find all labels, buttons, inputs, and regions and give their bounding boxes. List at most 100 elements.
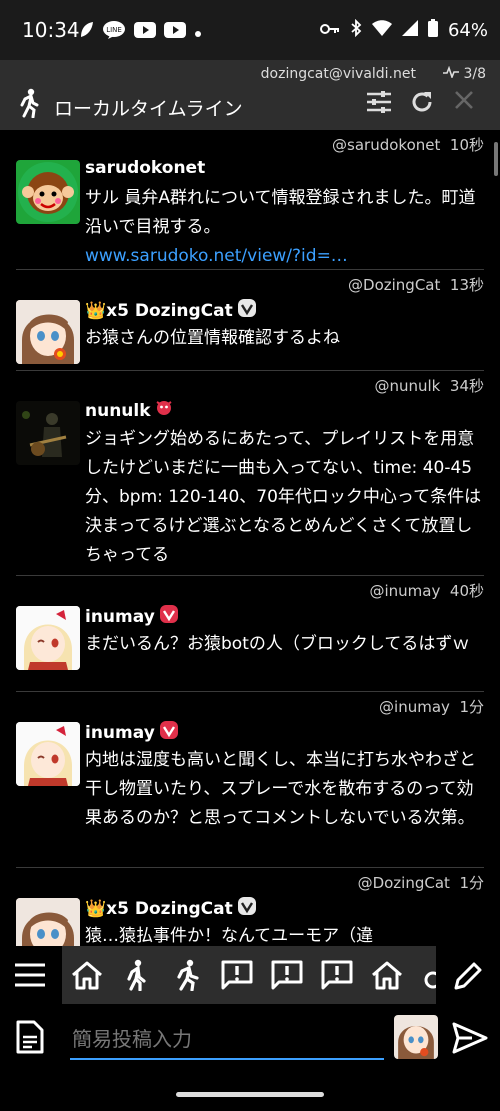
post-time: 40秒 [449,582,484,600]
quick-post-input[interactable] [70,1020,384,1060]
battery-icon [427,19,438,42]
bottom-toolbar [0,946,500,1008]
verified-icon [237,896,257,921]
post-author-name: sarudokonet [85,158,206,178]
home-icon[interactable] [362,946,412,1004]
page-title: ローカルタイムライン [54,98,243,120]
alert-icon[interactable] [312,946,362,1004]
signal-icon [401,20,418,41]
post-body: お猿さんの位置情報確認するよね [85,324,484,353]
post-handle: @sarudokonet [332,136,441,154]
post-body: まだいるん？お猿botの人（ブロックしてるはずｗ [85,630,484,659]
more-dot-icon [194,23,202,42]
runner-icon [16,88,42,122]
system-icons: 64% [319,18,488,42]
send-icon[interactable] [452,1022,488,1058]
menu-icon[interactable] [14,962,46,992]
avatar[interactable] [16,606,80,670]
post-text: サル 員弁A群れについて情報登録されました。町道沿いで目視する。 [85,188,476,237]
line-app-icon: LINE [102,20,126,44]
post-author-name: 👑x5 DozingCat [85,300,233,321]
post-body: サル 員弁A群れについて情報登録されました。町道沿いで目視する。 www.sar… [85,184,484,271]
status-time: 10:34 [22,18,80,42]
post-author[interactable]: inumay [85,720,179,745]
run-icon[interactable] [162,946,212,1004]
post-time: 34秒 [449,377,484,395]
column-tabs[interactable] [62,946,436,1004]
post-link[interactable]: www.sarudoko.net/view/?id=… [85,246,348,266]
walk-icon[interactable] [112,946,162,1004]
document-icon[interactable] [16,1020,44,1058]
post-text: ジョギング始めるにあたって、プレイリストを用意したけどいまだに一曲も入ってない、… [85,429,482,565]
post-item[interactable]: @DozingCat 1分 👑x5 DozingCat 猿…猿払事件か！なんてユ… [16,868,484,946]
home-gesture-handle[interactable] [176,1092,324,1097]
avatar[interactable] [16,401,80,465]
gender-icon[interactable] [412,946,436,1004]
post-handle: @DozingCat [357,874,450,892]
post-time: 1分 [459,698,484,716]
post-item[interactable]: @inumay 1分 inumay 内地は湿度も高いと聞くし、本当に打ち水やわざ… [16,692,484,868]
verified-icon [237,298,257,323]
post-meta: @sarudokonet 10秒 [332,134,484,155]
post-time: 13秒 [449,276,484,294]
edit-icon[interactable] [452,960,484,996]
post-text: 猿…猿払事件か！なんてユーモア（違 [85,926,374,946]
filter-settings-icon[interactable] [366,90,392,118]
post-author[interactable]: nunulk [85,399,173,422]
post-author[interactable]: 👑x5 DozingCat [85,896,257,921]
post-author-name: 👑x5 DozingCat [85,898,233,919]
alert-icon[interactable] [212,946,262,1004]
activity-icon [443,65,460,82]
post-author[interactable]: sarudokonet [85,158,205,178]
column-counter: 3/8 [443,65,486,82]
post-meta: @DozingCat 13秒 [348,274,484,295]
avatar[interactable] [16,898,80,946]
home-icon[interactable] [62,946,112,1004]
system-nav-bar [0,1078,500,1111]
avatar[interactable] [16,160,80,224]
post-author-name: nunulk [85,400,151,421]
avatar[interactable] [16,722,80,786]
post-meta: @nunulk 34秒 [374,375,484,396]
post-time: 1分 [459,874,484,892]
post-item[interactable]: @sarudokonet 10秒 sarudokonet サル 員弁A群れについ… [16,130,484,270]
post-handle: @DozingCat [348,276,441,294]
post-body: 猿…猿払事件か！なんてユーモア（違 [85,922,484,946]
post-time: 10秒 [449,136,484,154]
post-meta: @inumay 40秒 [369,580,484,601]
notification-icons: LINE [78,20,202,44]
youtube-icon [164,22,186,42]
post-text: お猿さんの位置情報確認するよね [85,328,340,348]
post-text: 内地は湿度も高いと聞くし、本当に打ち水やわざと干し物置いたり、スプレーで水を散布… [85,750,476,828]
post-author-name: inumay [85,722,155,743]
verified-icon [159,604,179,629]
account-label: dozingcat@vivaldi.net [260,66,416,82]
column-counter-text: 3/8 [463,66,486,82]
avatar[interactable] [16,300,80,364]
post-item[interactable]: @nunulk 34秒 nunulk ジョギング始めるにあたって、プレイリストを… [16,371,484,576]
post-handle: @nunulk [374,377,441,395]
timeline-header: dozingcat@vivaldi.net 3/8 ローカルタイムライン [0,60,500,130]
wifi-icon [371,20,392,41]
close-icon[interactable] [454,90,474,114]
post-author[interactable]: 👑x5 DozingCat [85,298,257,323]
key-icon [319,20,340,41]
verified-icon [159,720,179,745]
youtube-icon [134,22,156,42]
alert-icon[interactable] [262,946,312,1004]
post-item[interactable]: @inumay 40秒 inumay まだいるん？お猿botの人（ブロックしてる… [16,576,484,692]
leaf-icon [78,21,94,43]
scrollbar[interactable] [494,142,498,176]
post-body: 内地は湿度も高いと聞くし、本当に打ち水やわざと干し物置いたり、スプレーで水を散布… [85,746,484,833]
compose-bar [0,1008,500,1078]
post-author[interactable]: inumay [85,604,179,629]
avatar[interactable] [394,1015,438,1059]
post-item[interactable]: @DozingCat 13秒 👑x5 DozingCat お猿さんの位置情報確認… [16,270,484,371]
post-meta: @DozingCat 1分 [358,872,484,893]
post-text: まだいるん？お猿botの人（ブロックしてるはずｗ [85,634,470,654]
status-emoji-icon [155,399,173,422]
timeline-list[interactable]: @sarudokonet 10秒 sarudokonet サル 員弁A群れについ… [0,130,500,946]
battery-percent: 64% [447,20,488,41]
post-handle: @inumay [369,582,441,600]
refresh-icon[interactable] [410,90,434,118]
